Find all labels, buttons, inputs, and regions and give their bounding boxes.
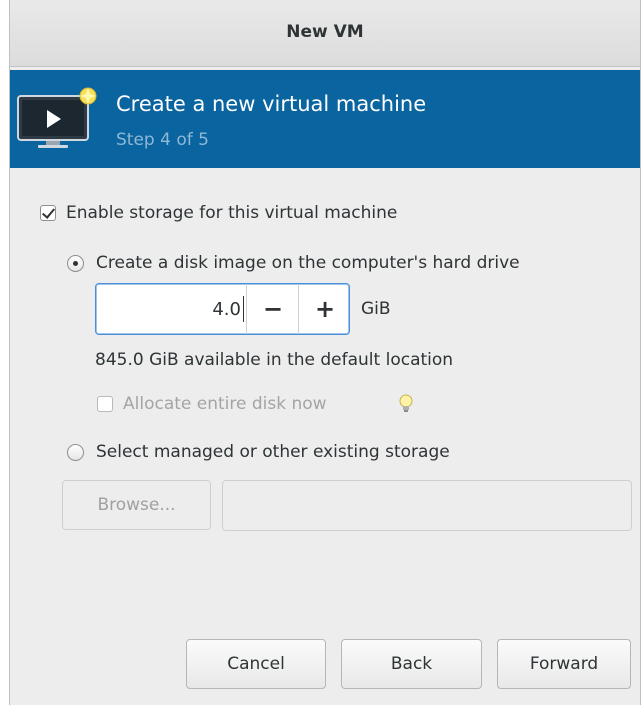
storage-path-input[interactable] [222, 480, 632, 531]
step-indicator: Step 4 of 5 [116, 130, 209, 150]
allocate-disk-label: Allocate entire disk now [123, 394, 327, 414]
banner-heading: Create a new virtual machine [116, 92, 427, 116]
window-title: New VM [286, 22, 364, 42]
create-disk-label: Create a disk image on the computer's ha… [96, 253, 520, 273]
vm-monitor-icon [17, 87, 97, 148]
checkbox-unchecked-icon [97, 396, 113, 412]
lightbulb-icon[interactable] [399, 394, 413, 414]
available-space-text: 845.0 GiB available in the default locat… [95, 350, 454, 370]
enable-storage-label: Enable storage for this virtual machine [66, 203, 398, 223]
forward-button[interactable]: Forward [497, 639, 631, 689]
select-existing-label: Select managed or other existing storage [96, 442, 450, 462]
title-bar[interactable]: New VM [10, 0, 640, 67]
new-vm-dialog: New VM Create a new virtual machine Step… [9, 0, 641, 705]
back-button[interactable]: Back [341, 639, 482, 689]
text-cursor [243, 296, 244, 322]
browse-button[interactable]: Browse... [62, 480, 211, 530]
increment-button[interactable]: + [298, 284, 351, 334]
disk-size-spinbutton[interactable]: 4.0 − + [95, 283, 350, 335]
radio-selected-icon [67, 255, 84, 272]
cancel-button[interactable]: Cancel [186, 639, 326, 689]
radio-unselected-icon [67, 444, 84, 461]
size-unit-label: GiB [361, 299, 391, 319]
disk-size-value[interactable]: 4.0 [96, 299, 241, 320]
header-banner: Create a new virtual machine Step 4 of 5 [10, 70, 640, 168]
decrement-button[interactable]: − [246, 284, 299, 334]
checkbox-checked-icon [40, 205, 56, 221]
